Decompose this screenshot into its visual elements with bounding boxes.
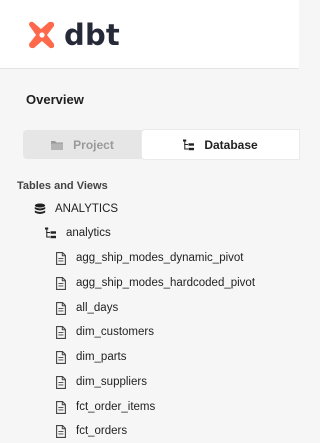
tables-and-views-heading: Tables and Views [17, 180, 108, 192]
document-icon [56, 375, 66, 389]
table-node[interactable]: dim_customers [56, 322, 154, 342]
table-node[interactable]: dim_suppliers [56, 372, 147, 392]
table-name: fct_orders [76, 425, 128, 437]
schema-name: analytics [66, 227, 111, 239]
dbt-logo[interactable]: dbt [26, 17, 120, 53]
overview-link[interactable]: Overview [26, 92, 84, 107]
view-switcher: Project Database [23, 130, 299, 159]
database-node[interactable]: ANALYTICS [34, 199, 118, 219]
table-node[interactable]: fct_order_items [56, 397, 155, 417]
project-tab-label: Project [73, 137, 114, 152]
table-name: dim_suppliers [76, 376, 147, 388]
table-node[interactable]: all_days [56, 298, 118, 318]
schema-node[interactable]: analytics [45, 223, 111, 243]
logo-text: dbt [64, 18, 120, 52]
table-name: fct_order_items [76, 401, 156, 413]
table-node[interactable]: agg_ship_modes_dynamic_pivot [56, 248, 244, 268]
document-icon [56, 350, 66, 364]
table-node[interactable]: dim_parts [56, 347, 127, 367]
database-name: ANALYTICS [55, 203, 119, 215]
schema-tree-icon [45, 227, 57, 239]
document-icon [56, 424, 66, 438]
table-node[interactable]: fct_orders [56, 421, 127, 441]
table-node[interactable]: agg_ship_modes_hardcoded_pivot [56, 273, 255, 293]
database-tab-label: Database [204, 137, 258, 152]
table-name: dim_customers [76, 326, 154, 338]
schema-tree-icon [183, 139, 195, 151]
app-header: dbt [0, 0, 299, 69]
table-name: agg_ship_modes_dynamic_pivot [76, 252, 244, 264]
document-icon [56, 301, 66, 315]
folder-icon [50, 139, 64, 151]
table-name: agg_ship_modes_hardcoded_pivot [76, 277, 256, 289]
project-tab[interactable]: Project [23, 130, 141, 159]
table-name: dim_parts [76, 351, 127, 363]
document-icon [56, 400, 66, 414]
dbt-logo-icon [29, 21, 55, 49]
table-name: all_days [76, 302, 119, 314]
document-icon [56, 325, 66, 339]
database-icon [34, 203, 46, 216]
database-tab[interactable]: Database [142, 130, 299, 159]
document-icon [56, 276, 66, 290]
document-icon [56, 251, 66, 265]
